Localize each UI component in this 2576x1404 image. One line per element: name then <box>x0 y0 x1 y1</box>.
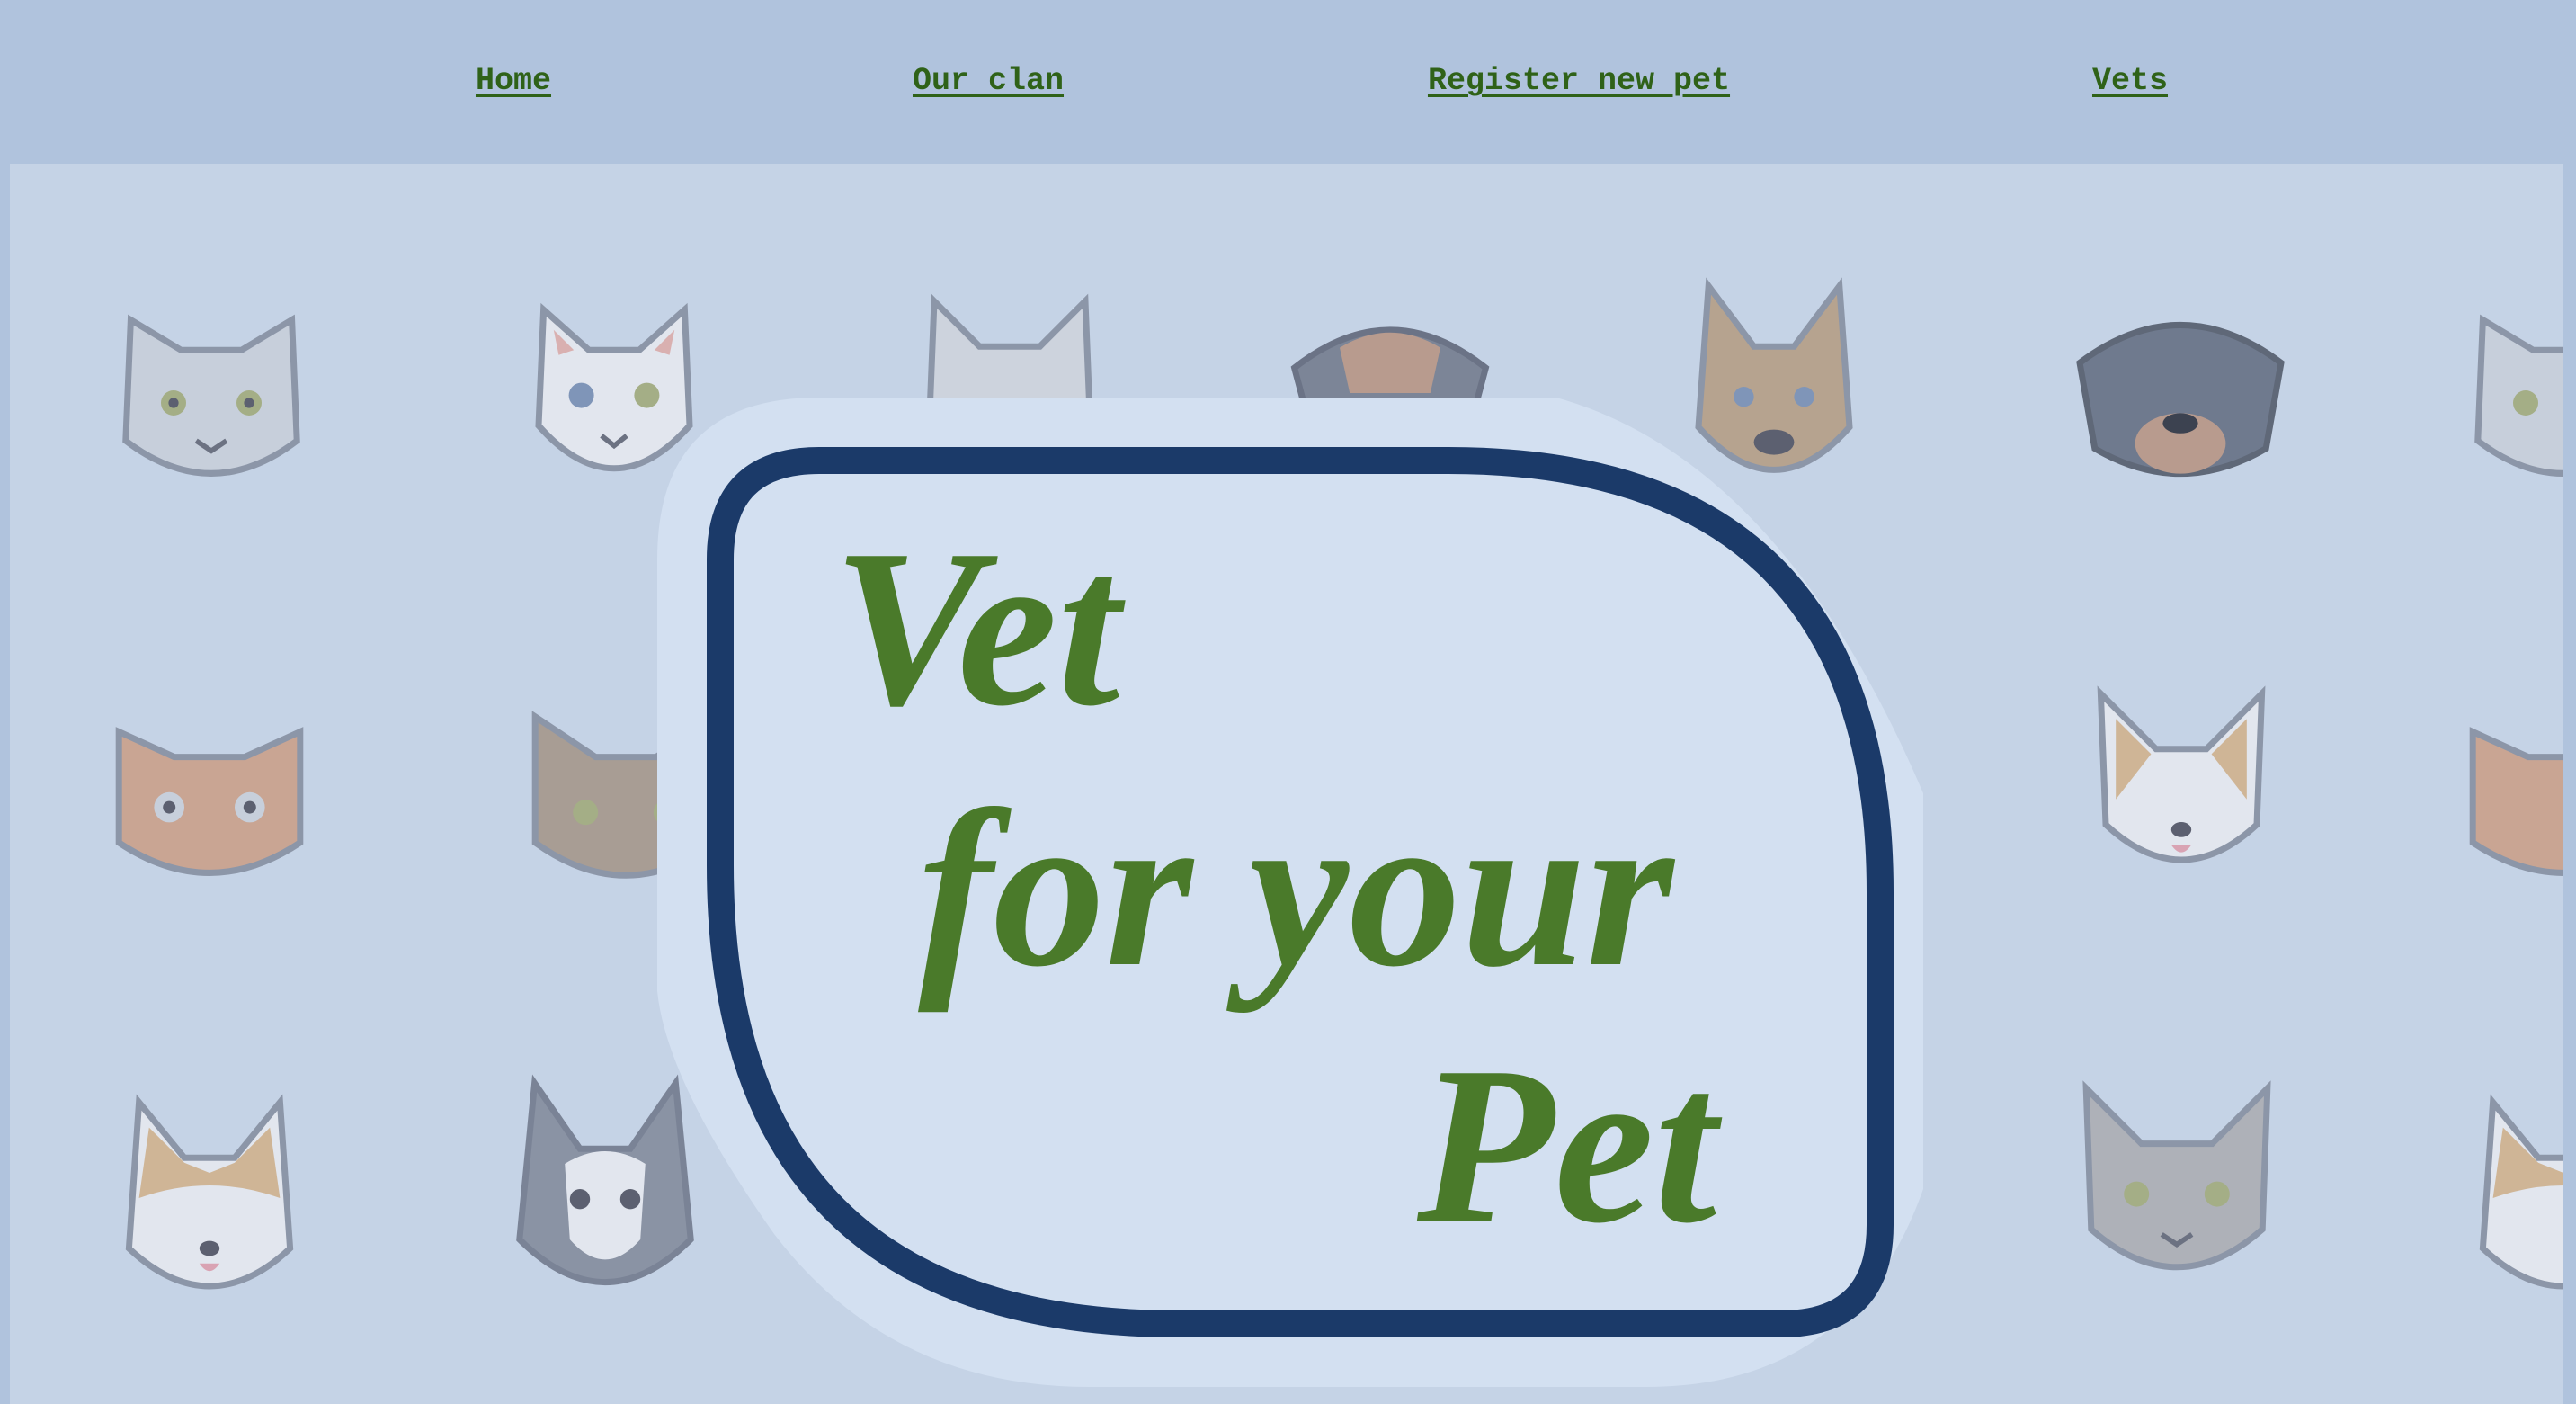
logo-line-for-your: for your <box>918 765 1676 1014</box>
nav-link-vets[interactable]: Vets <box>2092 61 2168 101</box>
nav-link-register-new-pet[interactable]: Register new pet <box>1428 61 1730 101</box>
cat-gray-tabby-icon <box>85 264 337 516</box>
logo-line-pet: Pet <box>1416 1021 1723 1270</box>
dog-shiba-edge-icon <box>2438 1072 2563 1324</box>
top-navbar: Home Our clan Register new pet Vets <box>0 0 2576 164</box>
cat-orange-icon <box>84 676 335 928</box>
nav-link-our-clan[interactable]: Our clan <box>913 61 1064 101</box>
hero-section: Vet for your Pet <box>10 164 2563 1404</box>
vet-for-your-pet-logo: Vet for your Pet <box>657 398 1923 1387</box>
nav-link-home[interactable]: Home <box>476 61 551 101</box>
cat-gray-icon <box>2051 1063 2303 1315</box>
dog-corgi-icon <box>2055 658 2307 910</box>
cat-gray-tabby-edge-icon <box>2438 264 2563 516</box>
logo-line-vet: Vet <box>833 504 1126 753</box>
dog-rottweiler-icon <box>2055 267 2306 519</box>
cat-orange-edge-icon <box>2438 676 2563 928</box>
dog-shiba-icon <box>84 1072 335 1324</box>
